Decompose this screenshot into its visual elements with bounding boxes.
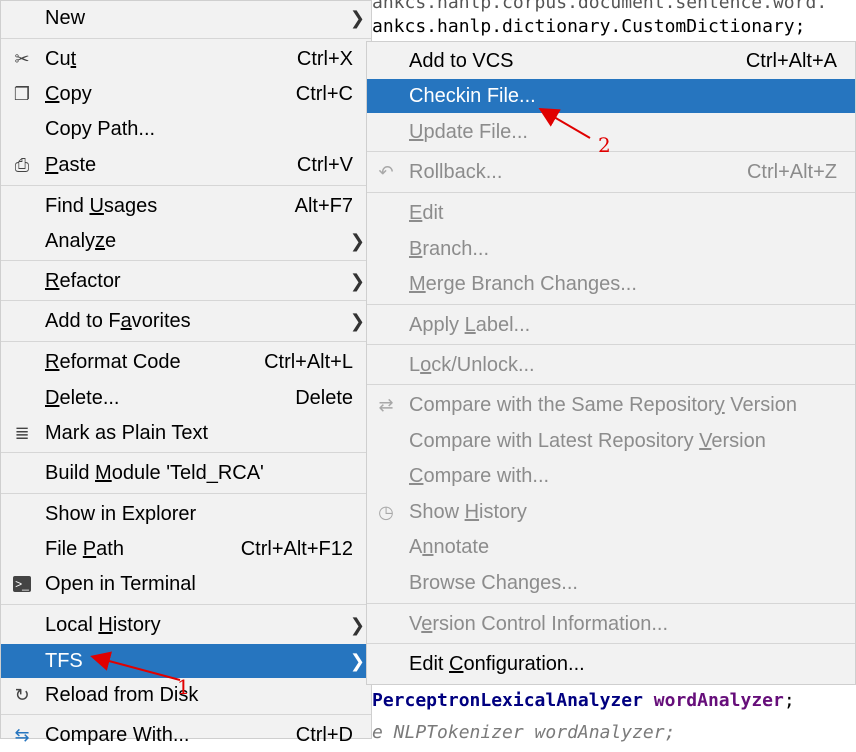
annotation-label-2: 2 [598,133,611,157]
annotation-label-1: 1 [177,675,190,699]
annotation-arrow-1 [90,651,181,681]
annotation-arrow-2 [538,107,591,139]
annotation-overlay: 2 1 [90,107,611,699]
